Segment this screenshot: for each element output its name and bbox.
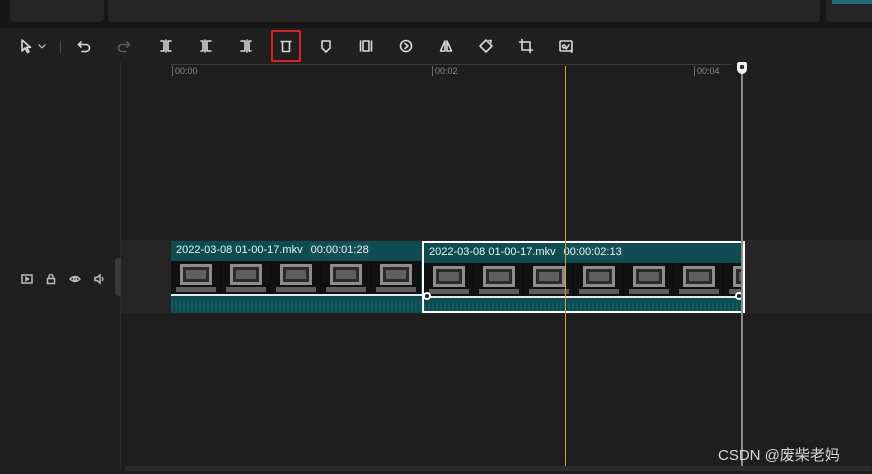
top-panel-strip xyxy=(0,0,872,28)
video-clip-selected[interactable]: 2022-03-08 01-00-17.mkv 00:00:02:13 xyxy=(422,241,745,313)
trim-left-icon[interactable] xyxy=(194,34,218,58)
smart-cut-icon[interactable] xyxy=(554,34,578,58)
ruler-label-1: 00:02 xyxy=(435,66,458,76)
rotate-icon[interactable] xyxy=(474,34,498,58)
ruler-tick xyxy=(172,66,173,76)
chevron-down-icon[interactable] xyxy=(34,34,50,58)
speaker-icon[interactable] xyxy=(92,272,106,286)
volume-line[interactable] xyxy=(171,294,423,296)
thumbnail-frame xyxy=(474,263,524,297)
player-panel xyxy=(108,0,820,22)
thumbnail-frame xyxy=(574,263,624,297)
thumbnail-frame xyxy=(171,261,221,295)
ruler-tick xyxy=(432,66,433,76)
freeze-icon[interactable] xyxy=(354,34,378,58)
audio-waveform xyxy=(424,303,743,311)
eye-icon[interactable] xyxy=(68,272,82,286)
clip-duration: 00:00:02:13 xyxy=(561,245,624,259)
ruler-tick xyxy=(694,66,695,76)
trim-right-icon[interactable] xyxy=(234,34,258,58)
playhead-handle[interactable] xyxy=(737,62,747,74)
volume-line[interactable] xyxy=(424,296,743,298)
ruler-baseline xyxy=(171,64,731,65)
video-clip[interactable]: 2022-03-08 01-00-17.mkv 00:00:01:28 xyxy=(171,241,423,313)
clip-thumbnails xyxy=(424,263,743,297)
ruler-label-0: 00:00 xyxy=(175,66,198,76)
properties-panel xyxy=(826,0,872,22)
thumbnail-frame xyxy=(371,261,421,295)
delete-highlight-box xyxy=(271,30,301,62)
thumbnail-frame xyxy=(624,263,674,297)
audio-waveform xyxy=(171,301,423,311)
thumbnail-frame xyxy=(424,263,474,297)
fade-in-handle[interactable] xyxy=(424,292,431,300)
thumbnail-icon[interactable] xyxy=(20,272,34,286)
lock-icon[interactable] xyxy=(44,272,58,286)
thumbnail-frame xyxy=(674,263,724,297)
redo-icon[interactable] xyxy=(112,34,136,58)
horizontal-scrollbar[interactable] xyxy=(125,466,872,471)
crop-icon[interactable] xyxy=(514,34,538,58)
clip-header: 2022-03-08 01-00-17.mkv 00:00:02:13 xyxy=(424,243,624,261)
time-ruler[interactable]: 00:00 00:02 00:04 xyxy=(121,62,872,82)
split-icon[interactable] xyxy=(154,34,178,58)
panel-accent xyxy=(832,0,872,4)
thumbnail-frame xyxy=(271,261,321,295)
thumbnail-frame xyxy=(321,261,371,295)
undo-icon[interactable] xyxy=(72,34,96,58)
clip-filename: 2022-03-08 01-00-17.mkv xyxy=(429,246,556,258)
ruler-label-2: 00:04 xyxy=(697,66,720,76)
clip-header: 2022-03-08 01-00-17.mkv 00:00:01:28 xyxy=(171,241,371,259)
playhead-line[interactable] xyxy=(741,68,743,470)
marker-icon[interactable] xyxy=(314,34,338,58)
clip-duration: 00:00:01:28 xyxy=(308,243,371,257)
clip-thumbnails xyxy=(171,261,421,295)
clip-filename: 2022-03-08 01-00-17.mkv xyxy=(176,244,303,256)
mirror-icon[interactable] xyxy=(434,34,458,58)
thumbnail-frame xyxy=(221,261,271,295)
thumbnail-frame xyxy=(524,263,574,297)
timeline-area[interactable]: 00:00 00:02 00:04 2022-03-08 01-00-17.mk… xyxy=(121,62,872,474)
timeline-toolbar xyxy=(10,30,872,62)
watermark: CSDN @废柴老妈 xyxy=(718,447,840,464)
hover-cursor-line xyxy=(565,66,566,470)
track-header-column xyxy=(10,62,121,474)
toolbar-divider xyxy=(60,41,61,53)
media-panel xyxy=(10,0,104,22)
reverse-icon[interactable] xyxy=(394,34,418,58)
